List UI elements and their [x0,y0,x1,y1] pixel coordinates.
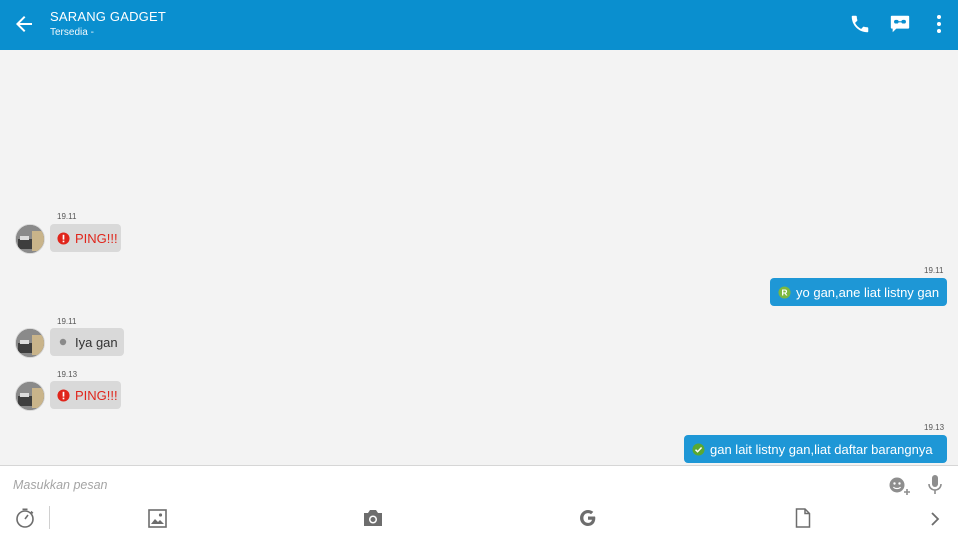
emoji-add-icon[interactable] [888,475,912,497]
timer-icon[interactable] [14,507,36,529]
camera-icon[interactable] [362,509,384,527]
message-text: Iya gan [75,334,118,350]
more-vert-icon[interactable] [929,13,949,35]
bbm-video-icon[interactable] [889,13,911,35]
avatar[interactable] [15,328,45,358]
message-text: yo gan,ane liat listny gan [796,284,940,300]
avatar-image [16,329,44,357]
file-icon[interactable] [795,508,811,528]
message-text: gan lait listny gan,liat daftar barangny… [710,441,933,457]
message-bubble-outgoing[interactable]: gan lait listny gan,liat daftar barangny… [684,435,947,463]
avatar-image [16,225,44,253]
chat-area[interactable]: 19.11 PING!!! 19.11 R yo gan,ane liat li… [0,50,958,465]
read-r-icon: R [778,285,791,299]
message-bubble-outgoing[interactable]: R yo gan,ane liat listny gan [770,278,947,306]
check-icon [692,442,705,456]
chat-status: Tersedia - [50,27,94,38]
message-bubble-incoming[interactable]: PING!!! [50,381,121,409]
message-timestamp: 19.11 [57,212,77,221]
avatar[interactable] [15,381,45,411]
message-text: PING!!! [75,230,118,246]
svg-text:R: R [781,287,787,297]
chat-title[interactable]: SARANG GADGET [50,9,166,24]
back-arrow-icon[interactable] [12,12,36,36]
phone-icon[interactable] [849,13,871,35]
message-bubble-incoming[interactable]: PING!!! [50,224,121,252]
mic-icon[interactable] [927,474,943,496]
message-text: PING!!! [75,387,118,403]
avatar[interactable] [15,224,45,254]
alert-icon [57,231,70,245]
google-icon[interactable] [578,508,598,528]
message-timestamp: 19.11 [57,317,77,326]
chevron-right-icon[interactable] [929,511,941,527]
alert-icon [57,388,70,402]
toolbar-divider [49,506,50,529]
message-timestamp: 19.13 [57,370,78,379]
message-composer [0,465,958,536]
app-header: SARANG GADGET Tersedia - [0,0,958,50]
avatar-image [16,382,44,410]
message-input[interactable] [13,476,873,494]
image-icon[interactable] [148,509,167,528]
dot-icon [59,338,67,346]
message-bubble-incoming[interactable]: Iya gan [50,328,124,356]
message-timestamp: 19.11 [924,266,944,275]
message-timestamp: 19.13 [924,423,945,432]
